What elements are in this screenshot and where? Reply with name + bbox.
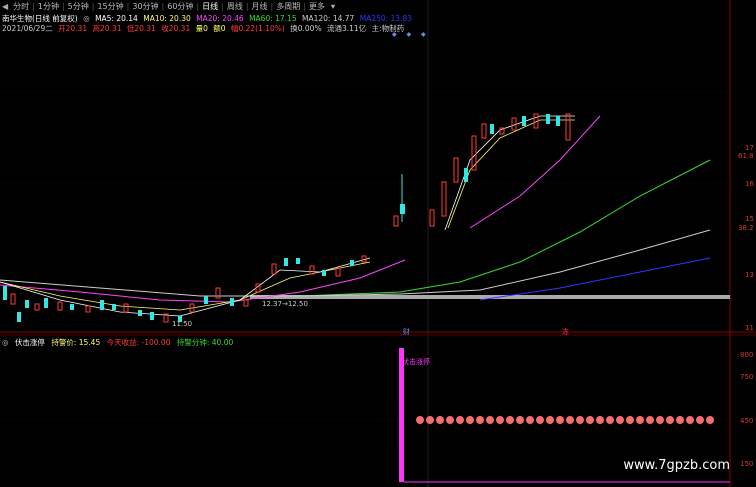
kline-chart: 11.50 12.37→12.50 财 冻 伏击涨停 17 61.8 16 15… <box>0 0 756 487</box>
axis-label-618: 61.8 <box>738 152 754 160</box>
axis-label-11: 11 <box>745 324 754 332</box>
indicator-minutes: 持警分钟: 40.00 <box>176 338 234 347</box>
signal-bar-label: 伏击涨停 <box>402 357 430 366</box>
axis-label-16: 16 <box>745 180 754 188</box>
indicator-info-line: ◎ 伏击涨停 持警价: 15.45 今天收益: -100.00 持警分钟: 40… <box>2 337 237 348</box>
indicator-today-return: 今天收益: -100.00 <box>106 338 171 347</box>
indicator-settings-icon[interactable]: ◎ <box>2 338 9 347</box>
finance-marker[interactable]: 财 <box>403 327 410 336</box>
axis-label-13: 13 <box>745 271 754 279</box>
axis-label-150: 150 <box>740 460 753 468</box>
limit-marker[interactable]: 冻 <box>562 327 569 336</box>
indicator-entry-price: 持警价: 15.45 <box>51 338 101 347</box>
signal-bar <box>399 348 404 482</box>
low-label: 11.50 <box>172 320 192 328</box>
range-label: 12.37→12.50 <box>262 300 308 308</box>
axis-label-382: 38.2 <box>738 224 754 232</box>
axis-label-800: 800 <box>740 351 753 359</box>
axis-label-15: 15 <box>745 215 754 223</box>
axis-label-450: 450 <box>740 417 753 425</box>
watermark-text: www.7gpzb.com <box>623 458 730 473</box>
axis-label-17: 17 <box>745 144 754 152</box>
axis-label-750: 750 <box>740 373 753 381</box>
indicator-name[interactable]: 伏击涨停 <box>15 338 45 347</box>
